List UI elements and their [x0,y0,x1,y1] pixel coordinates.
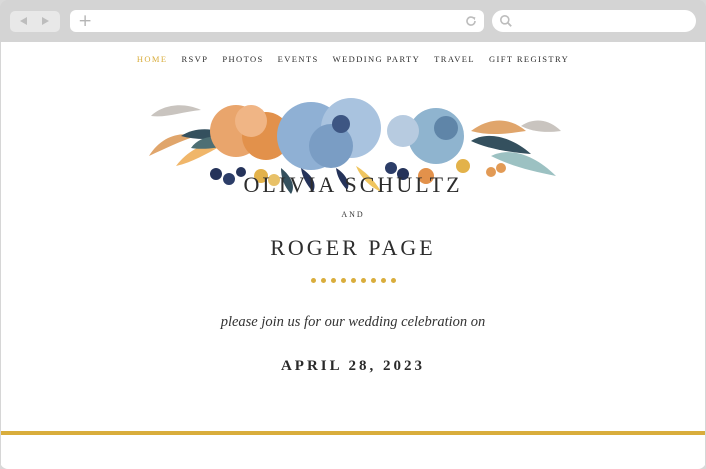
divider-dot [360,278,366,283]
plus-icon[interactable]: + [78,10,92,32]
gold-divider [1,431,705,435]
invitation-text: please join us for our wedding celebrati… [220,314,486,330]
nav-item-wedding-party[interactable]: WEDDING PARTY [333,54,421,64]
divider-dot [330,278,336,283]
divider-dot [310,278,316,283]
site-nav: HOME RSVP PHOTOS EVENTS WEDDING PARTY TRAVEL G… [1,54,705,64]
divider-dot [350,278,356,283]
divider-dot [390,278,396,283]
groom-name: ROGER PAGE [270,235,436,260]
nav-buttons [10,11,60,32]
browser-toolbar: + [0,0,706,42]
divider-dot [340,278,346,283]
nav-item-rsvp[interactable]: RSVP [181,54,208,64]
nav-item-home[interactable]: HOME [137,54,168,64]
divider-dot [370,278,376,283]
nav-item-gift-registry[interactable]: GIFT REGISTRY [489,54,569,64]
search-bar[interactable] [492,10,696,32]
bride-name: OLIVIA SCHULTZ [243,172,463,197]
nav-item-travel[interactable]: TRAVEL [434,54,475,64]
reload-icon[interactable] [464,14,478,33]
nav-item-events[interactable]: EVENTS [278,54,319,64]
forward-arrow-icon[interactable] [42,17,49,25]
search-icon [499,14,513,33]
and-label: AND [341,210,365,219]
back-arrow-icon[interactable] [20,17,27,25]
dot-divider [1,278,705,283]
wedding-date: APRIL 28, 2023 [280,358,426,374]
divider-dot [380,278,386,283]
browser-window: + HOME RSVP PHOTOS EVENTS WEDDING PARTY TRAVE… [0,0,706,469]
divider-dot [320,278,326,283]
address-bar[interactable]: + [70,10,484,32]
nav-item-photos[interactable]: PHOTOS [222,54,263,64]
web-page: HOME RSVP PHOTOS EVENTS WEDDING PARTY TRAVEL G… [1,42,705,469]
